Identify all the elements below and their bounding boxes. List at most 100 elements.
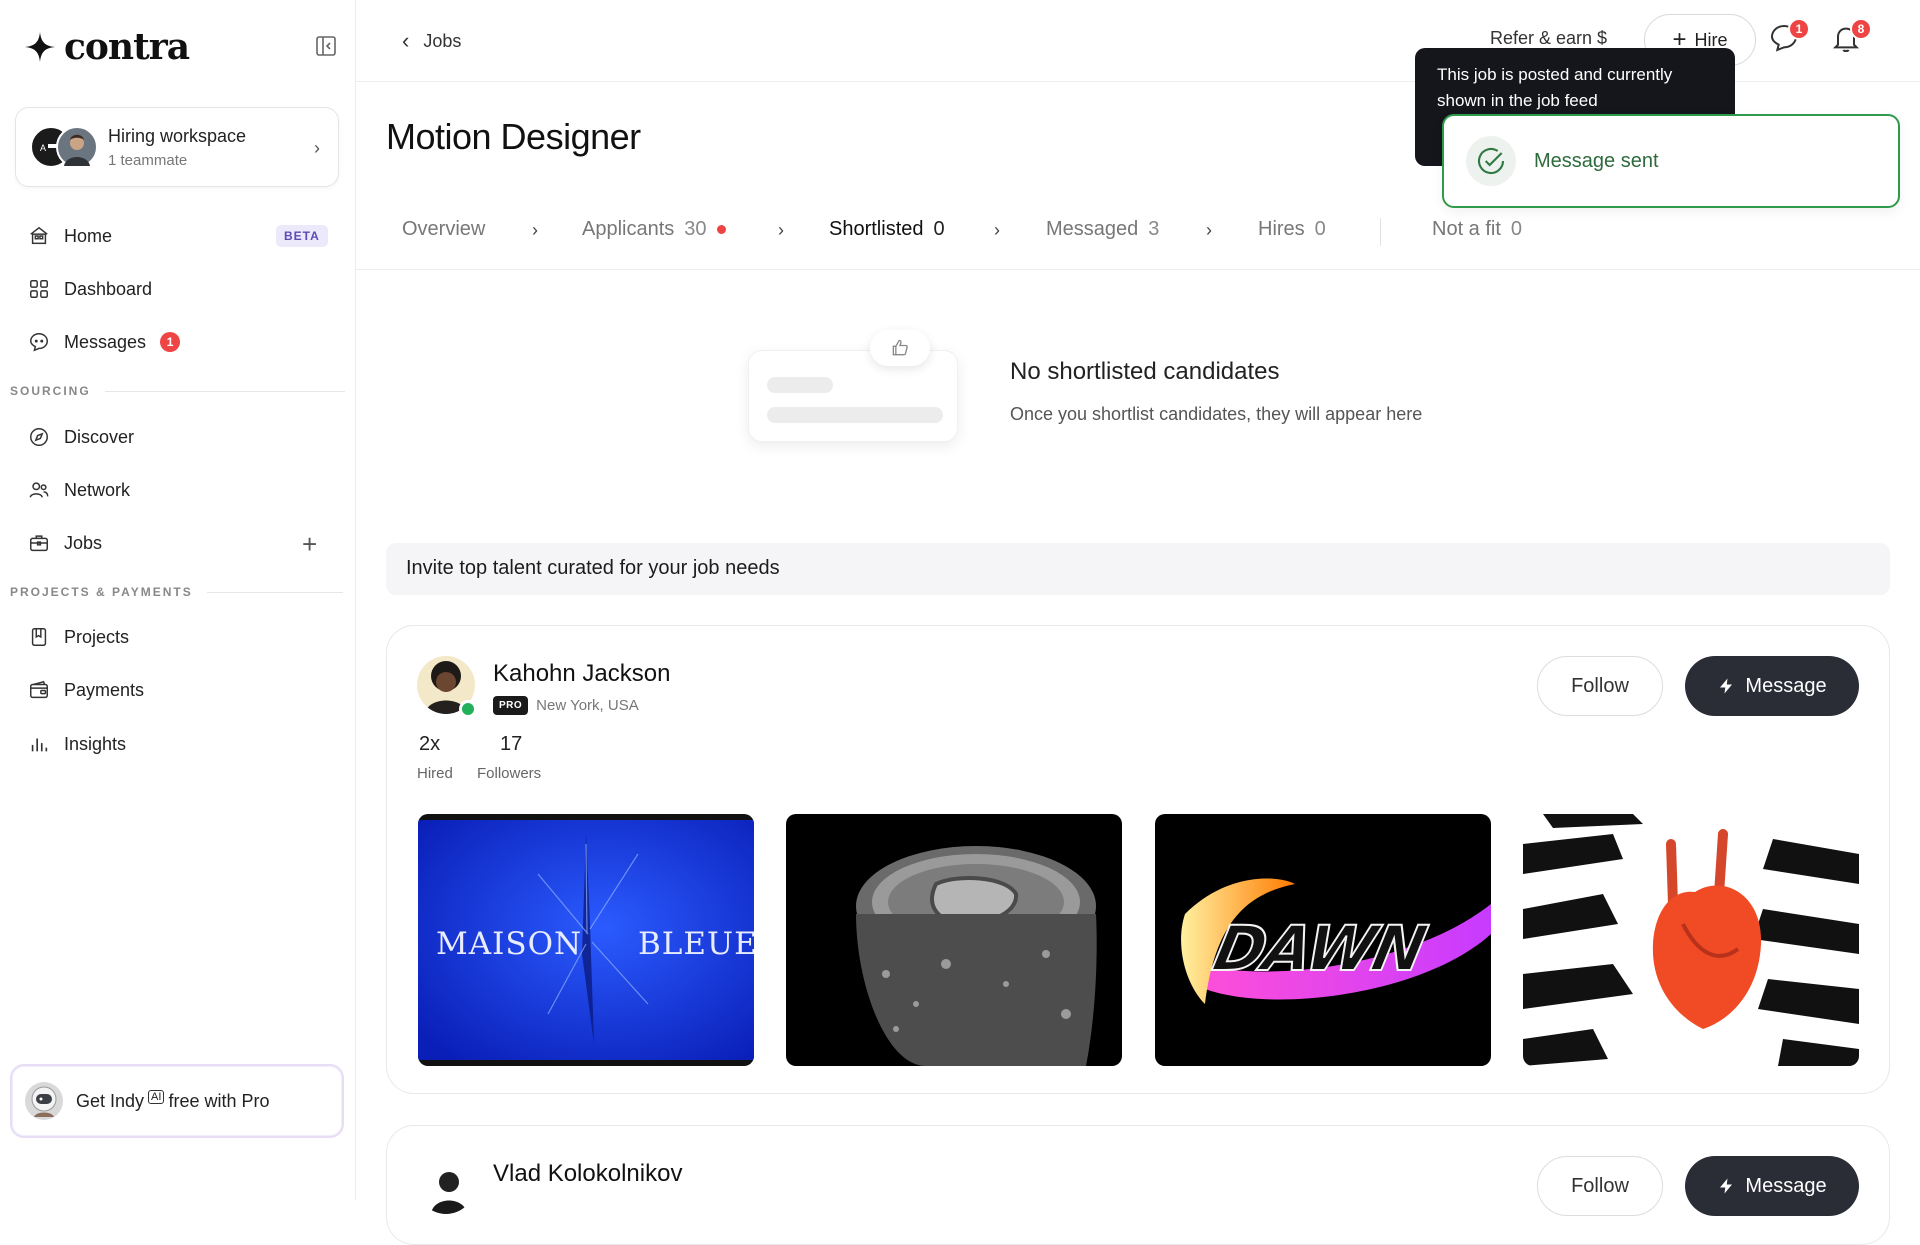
portfolio-text-left: MAISON [436, 926, 583, 962]
sidebar-item-discover[interactable]: Discover [28, 417, 134, 457]
document-icon [31, 628, 47, 646]
tab-label: Applicants [582, 218, 675, 240]
tab-applicants[interactable]: Applicants 30 [582, 218, 726, 241]
back-to-jobs-link[interactable]: ‹ Jobs [402, 28, 461, 54]
sidebar-item-home[interactable]: Home [28, 216, 112, 256]
message-sent-toast: Message sent [1442, 114, 1900, 208]
astronaut-avatar-icon [25, 1082, 63, 1120]
follow-button[interactable]: Follow [1537, 656, 1663, 716]
promo-suffix: free with Pro [168, 1091, 270, 1111]
wallet-icon [30, 680, 48, 699]
section-label: PROJECTS & PAYMENTS [10, 585, 193, 599]
sidebar-item-label: Payments [64, 679, 145, 700]
contra-star-icon [25, 32, 55, 62]
sidebar-item-label: Messages [64, 331, 147, 352]
tab-count: 0 [1314, 218, 1326, 240]
sidebar-item-network[interactable]: Network [28, 470, 130, 510]
portfolio-text-dawn: DAWN [1206, 911, 1432, 986]
briefcase-icon [30, 535, 48, 552]
chevron-right-icon: › [314, 138, 320, 158]
sidebar-item-payments[interactable]: Payments [28, 670, 144, 710]
candidate-name[interactable]: Vlad Kolokolnikov [493, 1160, 682, 1188]
tab-label: Messaged [1046, 218, 1139, 240]
svg-text:A: A [40, 143, 46, 153]
messages-button[interactable]: 1 [1768, 18, 1810, 58]
sidebar-item-messages[interactable]: Messages 1 [28, 322, 181, 362]
tab-label: Not a fit [1432, 218, 1501, 240]
chat-bubble-icon [30, 333, 48, 352]
online-status-dot [459, 700, 477, 718]
sidebar-item-label: Insights [64, 733, 127, 754]
divider [206, 591, 343, 593]
home-icon [30, 226, 48, 245]
dashboard-icon [30, 280, 48, 298]
workspace-subtitle: 1 teammate [108, 152, 188, 169]
workspace-switcher[interactable]: A Hiring workspace 1 teammate › [15, 107, 339, 187]
hired-count: 2x [419, 733, 441, 755]
notifications-button[interactable]: 8 [1830, 18, 1872, 58]
candidate-name[interactable]: Kahohn Jackson [493, 660, 670, 688]
messages-badge: 1 [1788, 18, 1810, 40]
collapse-sidebar-icon[interactable] [314, 34, 338, 58]
tab-divider [1380, 218, 1381, 246]
check-circle-icon [1466, 136, 1516, 186]
hired-label: Hired [417, 765, 453, 782]
new-indicator-dot [716, 225, 726, 234]
divider [104, 390, 345, 392]
teammate-avatar [56, 126, 98, 168]
sidebar-item-label: Projects [64, 626, 130, 647]
message-button[interactable]: Message [1685, 1156, 1859, 1216]
chevron-right-icon: › [532, 220, 538, 240]
toast-text: Message sent [1534, 149, 1659, 172]
messages-count-badge: 1 [160, 332, 181, 352]
sidebar-item-label: Dashboard [64, 278, 153, 299]
avatar[interactable] [417, 1156, 475, 1214]
promo-text: Get Indy AI free with Pro [76, 1090, 270, 1112]
portfolio-image-heart[interactable] [1523, 814, 1859, 1066]
empty-state-subtitle: Once you shortlist candidates, they will… [1010, 404, 1423, 424]
sidebar-item-label: Discover [64, 426, 135, 447]
tab-label: Shortlisted [829, 218, 924, 240]
add-job-icon[interactable]: + [302, 529, 317, 560]
message-label: Message [1745, 1174, 1827, 1197]
sidebar-item-jobs[interactable]: Jobs [28, 523, 102, 563]
notifications-badge: 8 [1850, 18, 1872, 40]
empty-state-title: No shortlisted candidates [1010, 358, 1280, 385]
followers-count: 17 [500, 733, 523, 755]
beta-badge: BETA [276, 225, 328, 247]
tab-messaged[interactable]: Messaged 3 [1046, 218, 1159, 241]
follow-button[interactable]: Follow [1537, 1156, 1663, 1216]
message-button[interactable]: Message [1685, 656, 1859, 716]
logo-text: contra [64, 26, 190, 68]
portfolio-image-can[interactable] [786, 814, 1122, 1066]
empty-state-illustration [748, 350, 958, 442]
tab-hires[interactable]: Hires 0 [1258, 218, 1326, 241]
sidebar-item-projects[interactable]: Projects [28, 617, 129, 657]
tab-label: Overview [402, 218, 486, 240]
tab-overview[interactable]: Overview [402, 218, 485, 241]
candidate-meta: PRO New York, USA [493, 696, 639, 715]
contra-logo[interactable]: contra [24, 26, 190, 68]
back-label: Jobs [423, 30, 462, 51]
chevron-right-icon: › [994, 220, 1000, 240]
sidebar-item-label: Jobs [64, 532, 103, 553]
sidebar-item-dashboard[interactable]: Dashboard [28, 269, 152, 309]
portfolio-image-maison-bleue[interactable]: MAISON BLEUE [418, 814, 754, 1066]
lightning-icon [1720, 1178, 1733, 1194]
indy-pro-promo[interactable]: Get Indy AI free with Pro [10, 1064, 344, 1138]
candidate-card: Kahohn Jackson PRO New York, USA 2x Hire… [386, 625, 1890, 1094]
pro-badge: PRO [493, 696, 529, 715]
refer-and-earn-link[interactable]: Refer & earn $ [1490, 28, 1607, 49]
tab-shortlisted[interactable]: Shortlisted 0 [829, 218, 945, 241]
message-label: Message [1745, 674, 1827, 697]
portfolio-text-right: BLEUE [638, 926, 754, 962]
plus-icon: + [1672, 26, 1687, 53]
bar-chart-icon [31, 738, 48, 752]
section-projects-payments: PROJECTS & PAYMENTS [10, 585, 343, 599]
portfolio-image-dawn[interactable]: DAWN [1155, 814, 1491, 1066]
sidebar-item-insights[interactable]: Insights [28, 724, 126, 764]
workspace-title: Hiring workspace [108, 126, 247, 146]
people-icon [29, 482, 49, 498]
thumbs-up-icon [870, 330, 930, 366]
tab-not-a-fit[interactable]: Not a fit 0 [1432, 218, 1522, 241]
